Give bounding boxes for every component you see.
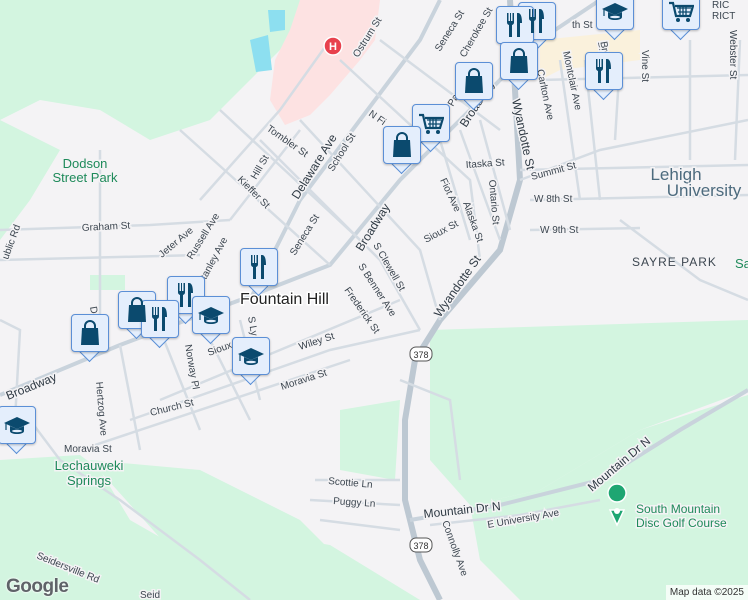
- fork-knife-icon: [595, 59, 611, 83]
- graduation-cap-icon: [198, 306, 224, 325]
- school-marker[interactable]: [0, 406, 36, 455]
- street-label: Church St: [149, 397, 195, 418]
- street-label: Sioux St: [422, 218, 460, 245]
- shopping-bag-icon: [509, 48, 529, 74]
- street-label: Broadway: [4, 370, 59, 403]
- map-canvas[interactable]: 378 378 Ostrum St Seneca St Cherokee St …: [0, 0, 748, 600]
- shopping-marker[interactable]: [383, 126, 421, 175]
- hospital-marker[interactable]: H: [323, 36, 343, 56]
- lehigh-university-label-2: University: [667, 181, 742, 200]
- sayre-park-cut-label: Sa: [735, 256, 748, 271]
- street-label: Wyandotte St: [431, 252, 484, 319]
- sayre-park-label: SAYRE PARK: [632, 255, 717, 269]
- street-label: Scottie Ln: [328, 476, 373, 491]
- street-label: W 8th St: [534, 194, 573, 205]
- map-attribution[interactable]: Map data ©2025: [665, 585, 748, 600]
- street-label: Wyandotte St: [509, 98, 538, 172]
- svg-text:H: H: [329, 41, 337, 53]
- street-label: Graham St: [82, 220, 131, 234]
- street-label: Fiot Ave: [437, 177, 462, 215]
- street-label: Norway Pl: [182, 344, 201, 391]
- svg-text:378: 378: [413, 350, 428, 360]
- street-label: Seneca St: [288, 212, 322, 257]
- route-shield-378-south: 378: [409, 537, 433, 553]
- street-label: Puggy Ln: [333, 496, 376, 510]
- fork-knife-icon: [177, 283, 193, 307]
- district-label-2: RICT: [712, 11, 735, 22]
- graduation-cap-icon: [238, 347, 264, 366]
- restaurant-marker[interactable]: [585, 52, 623, 101]
- svg-text:378: 378: [413, 541, 428, 551]
- graduation-cap-icon: [602, 2, 628, 21]
- shopping-marker[interactable]: [500, 42, 538, 91]
- street-label: Itaska St: [465, 157, 505, 171]
- street-label: Tombler St: [264, 123, 310, 160]
- fork-knife-icon: [506, 13, 522, 37]
- restaurant-marker[interactable]: [240, 248, 278, 297]
- route-shield-378: 378: [409, 346, 433, 362]
- street-label: W 9th St: [540, 225, 579, 236]
- fork-knife-icon: [151, 307, 167, 331]
- street-label: Moravia St: [280, 368, 329, 393]
- street-label: Vine St: [639, 50, 650, 82]
- dodson-park-label-2: Street Park: [52, 170, 118, 185]
- shopping-cart-icon: [418, 113, 444, 135]
- street-label: th St: [572, 20, 593, 31]
- svg-text:South Mountain: South Mountain: [636, 502, 720, 516]
- lechauweki-label-2: Springs: [67, 473, 112, 488]
- shopping-bag-icon: [80, 320, 100, 346]
- graduation-cap-icon: [4, 416, 30, 435]
- street-label: Connolly Ave: [439, 519, 469, 578]
- street-label: S Ly: [245, 316, 259, 337]
- shopping-bag-icon: [392, 132, 412, 158]
- shopping-marker[interactable]: [455, 62, 493, 111]
- google-logo[interactable]: Google: [6, 576, 69, 598]
- grocery-marker[interactable]: [662, 0, 700, 41]
- district-label-1: RIC: [712, 0, 729, 11]
- street-label: Moravia St: [64, 444, 112, 455]
- shopping-bag-icon: [464, 68, 484, 94]
- street-label: Seid: [140, 590, 160, 600]
- street-label: Webster St: [727, 30, 738, 79]
- shopping-cart-icon: [668, 1, 694, 23]
- fork-knife-icon: [250, 255, 266, 279]
- shopping-marker[interactable]: [71, 314, 109, 363]
- street-label: Hill St: [249, 153, 272, 181]
- school-marker[interactable]: [232, 337, 270, 386]
- school-marker[interactable]: [192, 296, 230, 345]
- dodson-park-label-1: Dodson: [63, 156, 108, 171]
- street-label: Hertzog Ave: [93, 381, 109, 436]
- lechauweki-label-1: Lechauweki: [55, 458, 124, 473]
- school-marker[interactable]: [596, 0, 634, 41]
- svg-text:Disc Golf Course: Disc Golf Course: [636, 516, 727, 530]
